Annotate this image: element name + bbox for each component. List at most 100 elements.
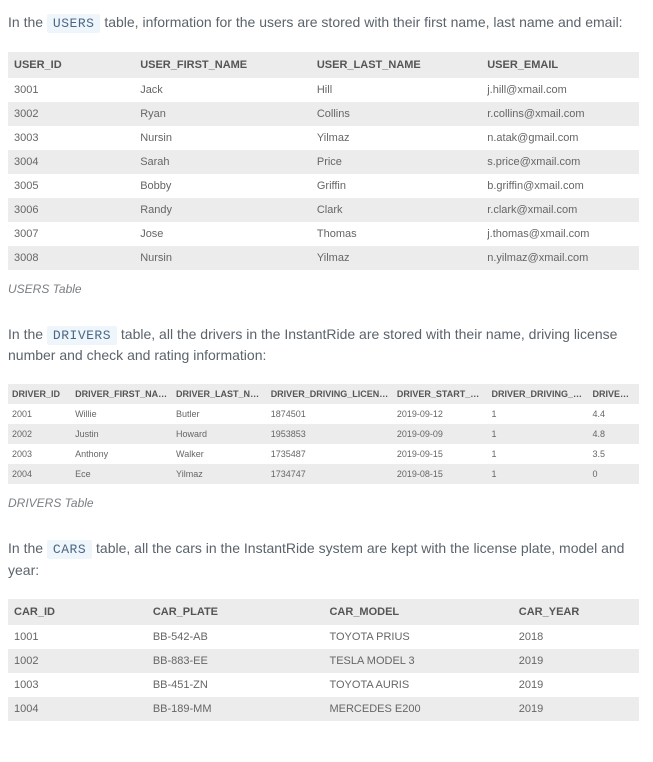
table-cell: Howard	[172, 424, 267, 444]
table-cell: Thomas	[311, 222, 481, 246]
table-cell: b.griffin@xmail.com	[481, 174, 639, 198]
table-cell: Randy	[134, 198, 311, 222]
table-cell: BB-189-MM	[147, 697, 324, 721]
table-cell: j.hill@xmail.com	[481, 78, 639, 102]
table-cell: Hill	[311, 78, 481, 102]
col-header: USER_LAST_NAME	[311, 52, 481, 78]
table-cell: 3008	[8, 246, 134, 270]
table-row: 3008NursinYilmazn.yilmaz@xmail.com	[8, 246, 639, 270]
table-row: 2003AnthonyWalker17354872019-09-1513.5	[8, 444, 639, 464]
table-row: 1002BB-883-EETESLA MODEL 32019	[8, 649, 639, 673]
table-header-row: DRIVER_ID DRIVER_FIRST_NAME DRIVER_LAST_…	[8, 384, 639, 404]
table-cell: j.thomas@xmail.com	[481, 222, 639, 246]
table-row: 3001JackHillj.hill@xmail.com	[8, 78, 639, 102]
text: In the	[8, 326, 47, 342]
users-caption: USERS Table	[8, 282, 639, 296]
table-cell: 1	[488, 444, 589, 464]
table-cell: Yilmaz	[311, 126, 481, 150]
table-row: 2002JustinHoward19538532019-09-0914.8	[8, 424, 639, 444]
table-cell: Nursin	[134, 246, 311, 270]
table-cell: 2019-08-15	[393, 464, 488, 484]
table-cell: 2019-09-15	[393, 444, 488, 464]
table-cell: Butler	[172, 404, 267, 424]
table-cell: 1953853	[267, 424, 393, 444]
table-cell: Yilmaz	[172, 464, 267, 484]
table-cell: 1002	[8, 649, 147, 673]
table-row: 3004SarahPrices.price@xmail.com	[8, 150, 639, 174]
table-cell: n.yilmaz@xmail.com	[481, 246, 639, 270]
table-cell: TESLA MODEL 3	[323, 649, 512, 673]
col-header: CAR_MODEL	[323, 599, 512, 625]
text: table, all the cars in the InstantRide s…	[8, 540, 624, 578]
table-cell: r.collins@xmail.com	[481, 102, 639, 126]
users-code: USERS	[47, 14, 101, 33]
table-cell: 3.5	[588, 444, 639, 464]
table-cell: 3007	[8, 222, 134, 246]
table-cell: Justin	[71, 424, 172, 444]
table-cell: 1874501	[267, 404, 393, 424]
table-row: 3003NursinYilmazn.atak@gmail.com	[8, 126, 639, 150]
table-cell: Ryan	[134, 102, 311, 126]
table-cell: 1735487	[267, 444, 393, 464]
table-cell: Yilmaz	[311, 246, 481, 270]
col-header: DRIVER_DRIVING_LICENSE_CHECKED	[488, 384, 589, 404]
table-cell: 2019	[513, 673, 639, 697]
users-intro: In the USERS table, information for the …	[8, 12, 639, 34]
table-cell: TOYOTA PRIUS	[323, 625, 512, 649]
cars-intro: In the CARS table, all the cars in the I…	[8, 538, 639, 581]
table-cell: Clark	[311, 198, 481, 222]
table-cell: Anthony	[71, 444, 172, 464]
table-cell: Willie	[71, 404, 172, 424]
table-cell: 3002	[8, 102, 134, 126]
table-header-row: USER_ID USER_FIRST_NAME USER_LAST_NAME U…	[8, 52, 639, 78]
table-cell: Nursin	[134, 126, 311, 150]
col-header: DRIVER_LAST_NAME	[172, 384, 267, 404]
col-header: DRIVER_START_DATE	[393, 384, 488, 404]
col-header: DRIVER_FIRST_NAME	[71, 384, 172, 404]
table-cell: 2001	[8, 404, 71, 424]
table-row: 3005BobbyGriffinb.griffin@xmail.com	[8, 174, 639, 198]
table-cell: 0	[588, 464, 639, 484]
table-cell: 3004	[8, 150, 134, 174]
table-cell: 2002	[8, 424, 71, 444]
drivers-caption: DRIVERS Table	[8, 496, 639, 510]
table-cell: 1	[488, 404, 589, 424]
table-cell: Bobby	[134, 174, 311, 198]
table-cell: n.atak@gmail.com	[481, 126, 639, 150]
table-row: 1003BB-451-ZNTOYOTA AURIS2019	[8, 673, 639, 697]
table-cell: 1734747	[267, 464, 393, 484]
drivers-table: DRIVER_ID DRIVER_FIRST_NAME DRIVER_LAST_…	[8, 384, 639, 484]
table-cell: 2003	[8, 444, 71, 464]
table-cell: 2004	[8, 464, 71, 484]
table-cell: 4.8	[588, 424, 639, 444]
drivers-intro: In the DRIVERS table, all the drivers in…	[8, 324, 639, 367]
table-cell: 1003	[8, 673, 147, 697]
table-cell: Price	[311, 150, 481, 174]
table-cell: 1	[488, 424, 589, 444]
cars-code: CARS	[47, 540, 92, 559]
table-cell: 1004	[8, 697, 147, 721]
table-cell: 4.4	[588, 404, 639, 424]
table-cell: BB-451-ZN	[147, 673, 324, 697]
table-cell: 3005	[8, 174, 134, 198]
col-header: CAR_YEAR	[513, 599, 639, 625]
table-cell: 2019-09-09	[393, 424, 488, 444]
table-cell: 2019	[513, 697, 639, 721]
table-cell: 3003	[8, 126, 134, 150]
table-row: 1001BB-542-ABTOYOTA PRIUS2018	[8, 625, 639, 649]
table-cell: s.price@xmail.com	[481, 150, 639, 174]
table-cell: 2018	[513, 625, 639, 649]
table-row: 2001WillieButler18745012019-09-1214.4	[8, 404, 639, 424]
table-cell: Walker	[172, 444, 267, 464]
table-cell: Collins	[311, 102, 481, 126]
col-header: CAR_PLATE	[147, 599, 324, 625]
col-header: CAR_ID	[8, 599, 147, 625]
table-cell: Jack	[134, 78, 311, 102]
table-cell: r.clark@xmail.com	[481, 198, 639, 222]
table-cell: BB-542-AB	[147, 625, 324, 649]
col-header: USER_EMAIL	[481, 52, 639, 78]
table-cell: 2019-09-12	[393, 404, 488, 424]
text: In the	[8, 540, 47, 556]
table-cell: MERCEDES E200	[323, 697, 512, 721]
cars-table: CAR_ID CAR_PLATE CAR_MODEL CAR_YEAR 1001…	[8, 599, 639, 721]
